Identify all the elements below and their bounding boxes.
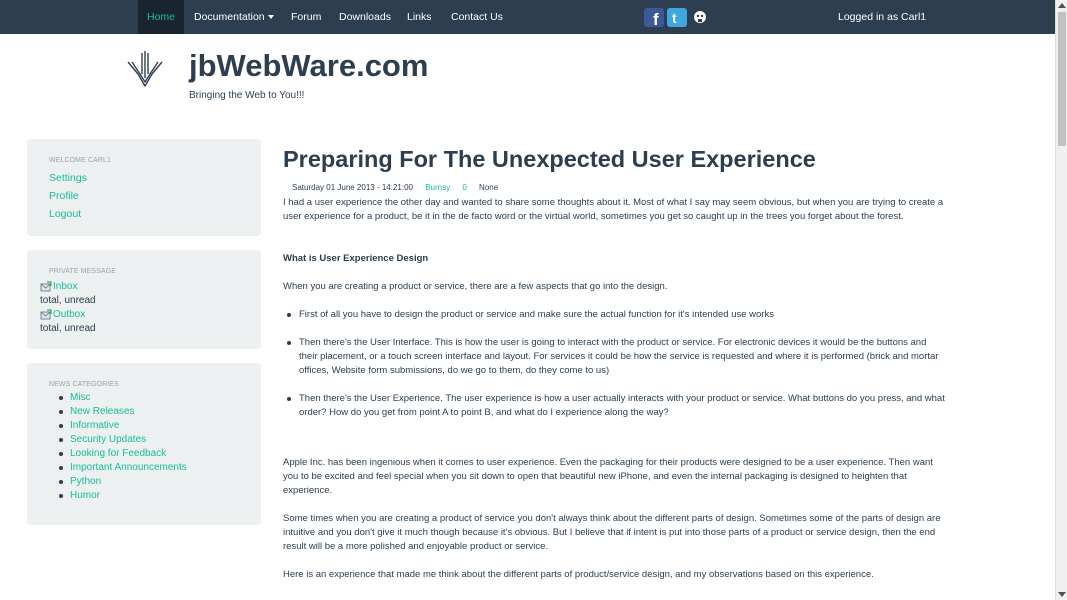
nav-downloads[interactable]: Downloads — [339, 0, 391, 34]
github-icon[interactable] — [690, 8, 710, 27]
nav-home[interactable]: Home — [138, 0, 184, 34]
nav-documentation[interactable]: Documentation — [194, 0, 274, 34]
news-categories-panel: NEWS CATEGORIES Misc New Releases Inform… — [27, 363, 261, 525]
category-list: Misc New Releases Informative Security U… — [40, 391, 248, 503]
category-new-releases[interactable]: New Releases — [40, 405, 248, 419]
article-date: Saturday 01 June 2013 - 14:21:00 — [292, 183, 413, 192]
outbox-row: Outbox — [40, 308, 248, 322]
site-title[interactable]: jbWebWare.com — [189, 48, 428, 84]
settings-link[interactable]: Settings — [49, 169, 248, 187]
svg-text:t: t — [672, 10, 677, 26]
scroll-down-icon[interactable] — [1058, 592, 1066, 597]
article-intro: I had a user experience the other day an… — [283, 197, 944, 222]
private-message-heading: PRIVATE MESSAGE — [49, 268, 116, 275]
welcome-heading: WELCOME CARL1 — [49, 157, 111, 164]
article-author-link[interactable]: Burnsy — [425, 183, 450, 192]
welcome-panel: WELCOME CARL1 Settings Profile Logout — [27, 139, 261, 236]
nav-links[interactable]: Links — [407, 0, 432, 34]
nav-forum[interactable]: Forum — [291, 0, 321, 34]
site-logo-icon[interactable] — [126, 50, 164, 88]
envelope-icon — [40, 309, 52, 320]
private-message-panel: PRIVATE MESSAGE Inbox total, unread Outb… — [27, 250, 261, 349]
svg-text:f: f — [653, 10, 659, 27]
outbox-status: total, unread — [40, 323, 96, 334]
profile-link[interactable]: Profile — [49, 187, 248, 205]
top-navbar: Home Documentation Forum Downloads Links… — [0, 0, 1055, 34]
page-scrollbar[interactable] — [1055, 0, 1067, 600]
inbox-status: total, unread — [40, 295, 96, 306]
article-bullet: Then there's the User Interface. This is… — [299, 337, 939, 376]
chevron-down-icon — [267, 15, 274, 20]
category-security-updates[interactable]: Security Updates — [40, 433, 248, 447]
category-looking-for-feedback[interactable]: Looking for Feedback — [40, 447, 248, 461]
bullet-dot — [287, 313, 291, 317]
inbox-link[interactable]: Inbox — [53, 281, 77, 292]
article-title[interactable]: Preparing For The Unexpected User Experi… — [283, 146, 816, 173]
envelope-icon — [40, 281, 52, 292]
scroll-up-icon[interactable] — [1058, 3, 1066, 8]
site-tagline: Bringing the Web to You!!! — [189, 90, 305, 101]
bullet-dot — [287, 341, 291, 345]
logged-in-status[interactable]: Logged in as Carl1 — [838, 0, 926, 34]
logout-link[interactable]: Logout — [49, 205, 248, 223]
article-bullet: First of all you have to design the prod… — [299, 309, 774, 320]
article-subheading: What is User Experience Design — [283, 253, 429, 264]
category-python[interactable]: Python — [40, 475, 248, 489]
facebook-icon[interactable]: f — [644, 8, 664, 27]
outbox-link[interactable]: Outbox — [53, 309, 85, 320]
category-informative[interactable]: Informative — [40, 419, 248, 433]
bullet-dot — [287, 397, 291, 401]
article-paragraph-experience: Here is an experience that made me think… — [283, 569, 874, 580]
article-tags: None — [479, 183, 499, 192]
scroll-thumb[interactable] — [1058, 12, 1066, 146]
news-categories-heading: NEWS CATEGORIES — [49, 381, 119, 388]
category-misc[interactable]: Misc — [40, 391, 248, 405]
twitter-icon[interactable]: t — [667, 8, 687, 27]
article-comments-link[interactable]: 0 — [462, 183, 466, 192]
inbox-row: Inbox — [40, 280, 248, 294]
article-paragraph-apple: Apple Inc. has been ingenious when it co… — [283, 457, 933, 496]
article-meta: Saturday 01 June 2013 - 14:21:00 Burnsy … — [292, 183, 508, 192]
article-paragraph-parts: Some times when you are creating a produ… — [283, 513, 941, 552]
nav-contact-us[interactable]: Contact Us — [451, 0, 503, 34]
category-humor[interactable]: Humor — [40, 489, 248, 503]
category-important-announcements[interactable]: Important Announcements — [40, 461, 248, 475]
nav-documentation-label: Documentation — [194, 11, 265, 23]
article-lead: When you are creating a product or servi… — [283, 281, 668, 292]
article-bullet: Then there's the User Experience. The us… — [299, 393, 945, 418]
